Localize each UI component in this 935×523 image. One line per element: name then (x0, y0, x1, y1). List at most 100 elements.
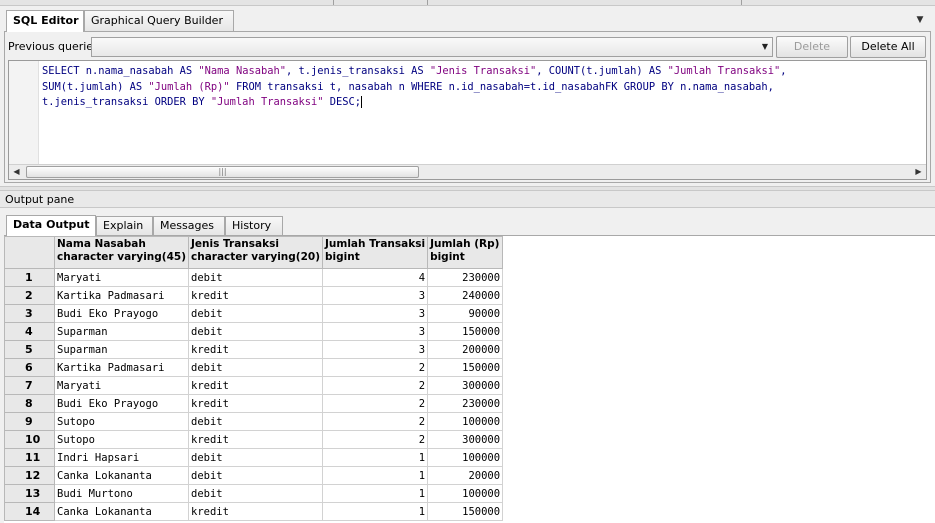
table-row[interactable]: 4 Suparman debit 3 150000 (4, 322, 504, 341)
table-cell[interactable]: Suparman (54, 322, 189, 341)
table-cell[interactable]: debit (188, 358, 323, 377)
table-cell[interactable]: 300000 (427, 430, 504, 449)
tab-sql-editor[interactable]: SQL Editor (6, 10, 84, 32)
table-row[interactable]: 3 Budi Eko Prayogo debit 3 90000 (4, 304, 504, 323)
column-header[interactable]: Jumlah (Rp) bigint (427, 236, 504, 269)
tab-messages[interactable]: Messages (153, 216, 225, 235)
table-cell[interactable]: Budi Eko Prayogo (54, 304, 189, 323)
row-number[interactable]: 2 (4, 286, 55, 305)
table-cell[interactable]: 300000 (427, 376, 504, 395)
table-cell[interactable]: 3 (321, 304, 429, 323)
table-cell[interactable]: 230000 (427, 394, 504, 413)
table-cell[interactable]: kredit (188, 502, 323, 521)
row-number[interactable]: 12 (4, 466, 55, 485)
row-number[interactable]: 6 (4, 358, 55, 377)
table-cell[interactable]: debit (188, 466, 323, 485)
table-cell[interactable]: debit (188, 412, 323, 431)
row-number[interactable]: 11 (4, 448, 55, 467)
tab-explain[interactable]: Explain (96, 216, 153, 235)
table-cell[interactable]: kredit (188, 340, 323, 359)
table-cell[interactable]: 3 (321, 286, 429, 305)
table-cell[interactable]: 150000 (427, 322, 504, 341)
row-number[interactable]: 14 (4, 502, 55, 521)
table-cell[interactable]: 2 (321, 394, 429, 413)
table-row[interactable]: 8 Budi Eko Prayogo kredit 2 230000 (4, 394, 504, 413)
table-cell[interactable]: 2 (321, 376, 429, 395)
table-cell[interactable]: 100000 (427, 484, 504, 503)
row-number[interactable]: 7 (4, 376, 55, 395)
table-row[interactable]: 14 Canka Lokananta kredit 1 150000 (4, 502, 504, 521)
editor-horizontal-scrollbar[interactable]: ◀ ||| ▶ (9, 164, 926, 179)
table-cell[interactable]: 100000 (427, 448, 504, 467)
table-cell[interactable]: 2 (321, 430, 429, 449)
table-cell[interactable]: debit (188, 268, 323, 287)
row-number[interactable]: 9 (4, 412, 55, 431)
table-cell[interactable]: kredit (188, 376, 323, 395)
table-row[interactable]: 11 Indri Hapsari debit 1 100000 (4, 448, 504, 467)
row-number[interactable]: 13 (4, 484, 55, 503)
table-row[interactable]: 1 Maryati debit 4 230000 (4, 268, 504, 287)
table-cell[interactable]: Sutopo (54, 412, 189, 431)
table-cell[interactable]: 4 (321, 268, 429, 287)
table-cell[interactable]: debit (188, 484, 323, 503)
arrow-right-icon[interactable]: ▶ (911, 165, 926, 179)
column-header[interactable]: Jumlah Transaksi bigint (321, 236, 429, 269)
scrollbar-thumb[interactable]: ||| (26, 166, 419, 178)
tab-data-output[interactable]: Data Output (6, 215, 96, 236)
table-cell[interactable]: Maryati (54, 376, 189, 395)
row-number[interactable]: 8 (4, 394, 55, 413)
table-cell[interactable]: Kartika Padmasari (54, 286, 189, 305)
previous-queries-combo[interactable]: ▼ (91, 37, 773, 57)
row-number[interactable]: 1 (4, 268, 55, 287)
table-cell[interactable]: 3 (321, 322, 429, 341)
table-cell[interactable]: Kartika Padmasari (54, 358, 189, 377)
sql-text[interactable]: SELECT n.nama_nasabah AS "Nama Nasabah",… (42, 64, 922, 111)
table-cell[interactable]: 200000 (427, 340, 504, 359)
row-number[interactable]: 3 (4, 304, 55, 323)
table-cell[interactable]: 2 (321, 358, 429, 377)
table-cell[interactable]: Suparman (54, 340, 189, 359)
sql-editor[interactable]: SELECT n.nama_nasabah AS "Nama Nasabah",… (8, 60, 927, 180)
column-header[interactable]: Nama Nasabah character varying(45) (54, 236, 189, 269)
table-cell[interactable]: 90000 (427, 304, 504, 323)
table-row[interactable]: 7 Maryati kredit 2 300000 (4, 376, 504, 395)
table-cell[interactable]: Budi Murtono (54, 484, 189, 503)
chevron-down-icon[interactable]: ▼ (762, 42, 768, 51)
row-number[interactable]: 4 (4, 322, 55, 341)
table-row[interactable]: 2 Kartika Padmasari kredit 3 240000 (4, 286, 504, 305)
table-row[interactable]: 6 Kartika Padmasari debit 2 150000 (4, 358, 504, 377)
table-cell[interactable]: 230000 (427, 268, 504, 287)
table-cell[interactable]: debit (188, 448, 323, 467)
table-cell[interactable]: 100000 (427, 412, 504, 431)
table-cell[interactable]: Canka Lokananta (54, 466, 189, 485)
arrow-left-icon[interactable]: ◀ (9, 165, 24, 179)
grid-corner[interactable] (4, 236, 55, 269)
table-cell[interactable]: 150000 (427, 358, 504, 377)
tab-menu-icon[interactable]: ▼ (914, 13, 926, 27)
table-cell[interactable]: 2 (321, 412, 429, 431)
table-row[interactable]: 13 Budi Murtono debit 1 100000 (4, 484, 504, 503)
table-cell[interactable]: 1 (321, 502, 429, 521)
table-row[interactable]: 9 Sutopo debit 2 100000 (4, 412, 504, 431)
delete-all-button[interactable]: Delete All (850, 36, 926, 58)
table-cell[interactable]: 1 (321, 448, 429, 467)
table-row[interactable]: 12 Canka Lokananta debit 1 20000 (4, 466, 504, 485)
row-number[interactable]: 5 (4, 340, 55, 359)
table-cell[interactable]: debit (188, 304, 323, 323)
delete-button[interactable]: Delete (776, 36, 848, 58)
table-cell[interactable]: kredit (188, 430, 323, 449)
table-cell[interactable]: Indri Hapsari (54, 448, 189, 467)
table-cell[interactable]: debit (188, 322, 323, 341)
tab-graphical-query-builder[interactable]: Graphical Query Builder (84, 10, 234, 31)
tab-history[interactable]: History (225, 216, 283, 235)
table-row[interactable]: 5 Suparman kredit 3 200000 (4, 340, 504, 359)
table-cell[interactable]: 240000 (427, 286, 504, 305)
column-header[interactable]: Jenis Transaksi character varying(20) (188, 236, 323, 269)
table-cell[interactable]: Maryati (54, 268, 189, 287)
table-cell[interactable]: 1 (321, 466, 429, 485)
table-row[interactable]: 10 Sutopo kredit 2 300000 (4, 430, 504, 449)
table-cell[interactable]: Sutopo (54, 430, 189, 449)
table-cell[interactable]: 1 (321, 484, 429, 503)
row-number[interactable]: 10 (4, 430, 55, 449)
table-cell[interactable]: 3 (321, 340, 429, 359)
